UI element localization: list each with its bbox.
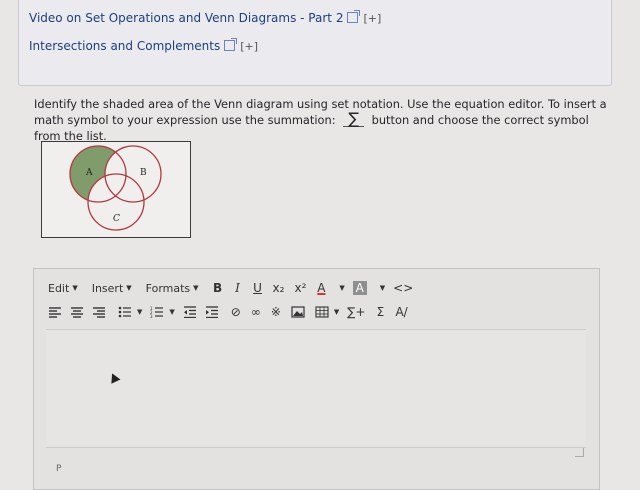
chevron-down-icon: ▼ <box>126 284 132 292</box>
summation-icon: ∑ <box>343 111 364 127</box>
video-link-text[interactable]: Video on Set Operations and Venn Diagram… <box>29 11 343 25</box>
chevron-down-icon: ▼ <box>193 284 199 292</box>
chevron-down-icon[interactable]: ▼ <box>334 308 339 316</box>
unlink-icon[interactable]: ※ <box>271 305 281 319</box>
subscript-button[interactable]: x₂ <box>273 281 285 295</box>
expand-button[interactable]: [+] <box>240 40 258 53</box>
numbered-list-icon[interactable]: 123 <box>150 306 164 318</box>
resize-handle[interactable] <box>575 448 584 457</box>
editor-status-bar: P <box>46 447 586 478</box>
bold-button[interactable]: B <box>213 281 223 295</box>
font-color-button[interactable]: A <box>316 281 326 295</box>
background-color-button[interactable]: A <box>352 281 367 295</box>
venn-diagram: A B C <box>41 141 191 238</box>
chevron-down-icon[interactable]: ▼ <box>137 308 142 316</box>
image-icon[interactable] <box>291 306 305 318</box>
editor-content-area[interactable] <box>46 329 586 445</box>
summation-button[interactable]: Σ <box>375 305 385 319</box>
label-a: A <box>85 168 93 178</box>
label-c: C <box>113 214 120 224</box>
outdent-icon[interactable] <box>183 306 197 318</box>
toolbar-row-1: Edit ▼ Insert ▼ Formats ▼ B I U x₂ x² A ▼ A… <box>48 281 423 295</box>
edit-menu-label[interactable]: Edit <box>48 282 69 295</box>
summation-plus-button[interactable]: ∑+ <box>347 305 365 319</box>
formats-menu[interactable]: Formats ▼ <box>146 282 199 295</box>
chevron-down-icon: ▼ <box>72 284 78 292</box>
intersections-link-text[interactable]: Intersections and Complements <box>29 39 220 53</box>
edit-menu[interactable]: Edit ▼ <box>48 282 78 295</box>
label-b: B <box>140 168 147 178</box>
chevron-down-icon[interactable]: ▼ <box>339 284 344 292</box>
chevron-down-icon[interactable]: ▼ <box>380 284 385 292</box>
venn-svg: A B C <box>69 145 162 231</box>
attachment-icon[interactable]: ⊘ <box>231 305 241 319</box>
chevron-down-icon[interactable]: ▼ <box>169 308 174 316</box>
toolbar-row-2: ▼ 123 ▼ ⊘ ∞ ※ ▼ ∑+ Σ A/ <box>48 305 418 319</box>
video-link[interactable]: Video on Set Operations and Venn Diagram… <box>29 9 381 25</box>
intersections-link[interactable]: Intersections and Complements [+] <box>29 37 258 53</box>
resources-panel: Video on Set Operations and Venn Diagram… <box>18 0 612 86</box>
clear-format-button[interactable]: A/ <box>395 305 407 319</box>
indent-icon[interactable] <box>205 306 219 318</box>
expand-button[interactable]: [+] <box>363 12 381 25</box>
source-code-button[interactable]: <> <box>393 281 413 295</box>
insert-menu[interactable]: Insert ▼ <box>92 282 132 295</box>
link-icon[interactable]: ∞ <box>251 305 261 319</box>
superscript-button[interactable]: x² <box>294 281 306 295</box>
align-center-icon[interactable] <box>70 306 84 318</box>
insert-menu-label[interactable]: Insert <box>92 282 124 295</box>
external-link-icon <box>224 37 238 51</box>
align-right-icon[interactable] <box>92 306 106 318</box>
italic-button[interactable]: I <box>233 281 243 295</box>
element-path: P <box>56 464 62 474</box>
table-icon[interactable] <box>315 306 329 318</box>
svg-text:3: 3 <box>150 314 153 318</box>
external-link-icon <box>347 9 361 23</box>
question-text: Identify the shaded area of the Venn dia… <box>34 96 609 144</box>
bullet-list-icon[interactable] <box>118 306 132 318</box>
underline-button[interactable]: U <box>253 281 263 295</box>
formats-menu-label[interactable]: Formats <box>146 282 191 295</box>
align-left-icon[interactable] <box>48 306 62 318</box>
